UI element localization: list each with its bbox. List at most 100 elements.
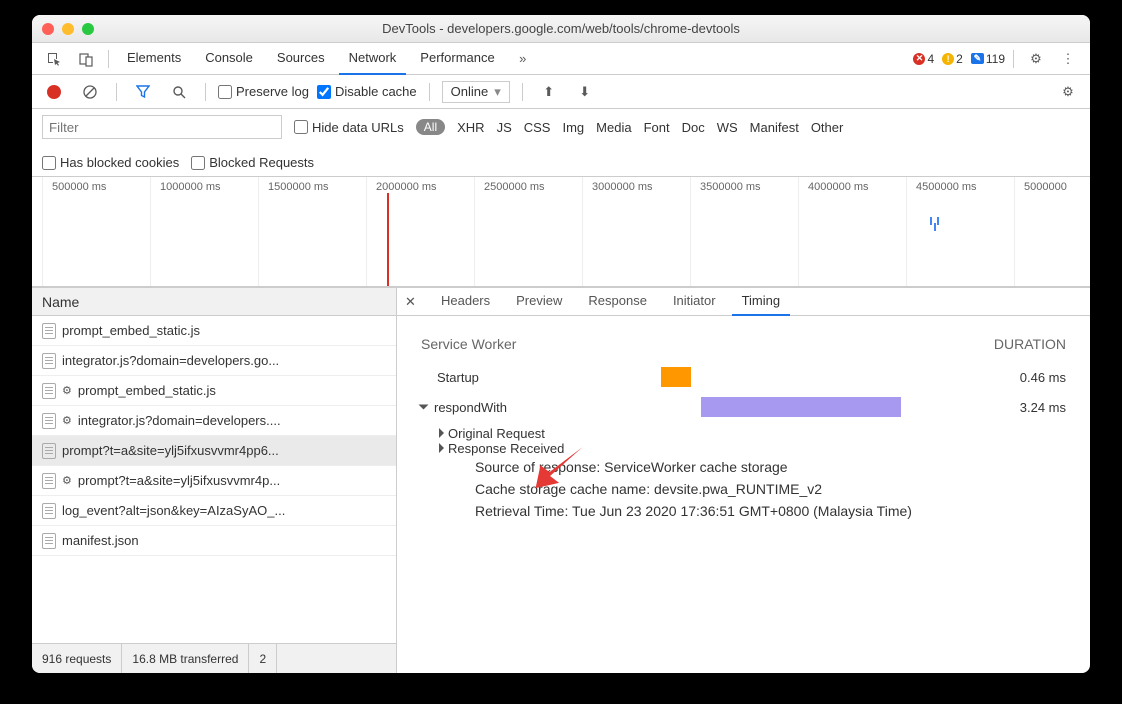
tab-sources[interactable]: Sources: [267, 43, 335, 75]
request-row[interactable]: log_event?alt=json&key=AIzaSyAO_...: [32, 496, 396, 526]
sub-original-request[interactable]: Original Request: [439, 426, 1066, 441]
type-media[interactable]: Media: [596, 120, 631, 135]
type-css[interactable]: CSS: [524, 120, 551, 135]
timeline-tick: 500000 ms: [52, 181, 106, 193]
status-requests: 916 requests: [32, 644, 122, 673]
throttle-select[interactable]: Online▾: [442, 81, 510, 103]
duration-header-label: DURATION: [994, 336, 1066, 352]
gear-icon: ⚙: [62, 384, 72, 397]
file-icon: [42, 383, 56, 399]
maximize-window[interactable]: [82, 23, 94, 35]
timing-info-source: Source of response: ServiceWorker cache …: [475, 456, 1066, 478]
download-icon[interactable]: ⬇: [571, 78, 599, 106]
tab-response[interactable]: Response: [578, 288, 657, 316]
warning-badge[interactable]: !2: [942, 52, 963, 66]
request-name: prompt_embed_static.js: [78, 383, 216, 398]
timing-row-label[interactable]: Startup: [421, 370, 631, 385]
tab-timing[interactable]: Timing: [732, 288, 791, 316]
separator: [116, 83, 117, 101]
inspect-icon[interactable]: [40, 45, 68, 73]
type-doc[interactable]: Doc: [682, 120, 705, 135]
request-name: prompt_embed_static.js: [62, 323, 200, 338]
timeline-tick: 4000000 ms: [808, 181, 869, 193]
timing-bar: [661, 367, 691, 387]
device-mode-icon[interactable]: [72, 45, 100, 73]
request-row[interactable]: integrator.js?domain=developers.go...: [32, 346, 396, 376]
has-blocked-cookies-checkbox[interactable]: Has blocked cookies: [42, 155, 179, 170]
network-toolbar: Preserve log Disable cache Online▾ ⬆ ⬇ ⚙: [32, 75, 1090, 109]
titlebar: DevTools - developers.google.com/web/too…: [32, 15, 1090, 43]
close-window[interactable]: [42, 23, 54, 35]
request-name: log_event?alt=json&key=AIzaSyAO_...: [62, 503, 285, 518]
record-button[interactable]: [40, 78, 68, 106]
search-icon[interactable]: [165, 78, 193, 106]
tab-console[interactable]: Console: [195, 43, 263, 75]
timeline-tick: 5000000: [1024, 181, 1067, 193]
timeline-tick: 1000000 ms: [160, 181, 221, 193]
timing-row: Startup 0.46 ms: [421, 362, 1066, 392]
request-row[interactable]: ⚙prompt?t=a&site=ylj5ifxusvvmr4p...: [32, 466, 396, 496]
minimize-window[interactable]: [62, 23, 74, 35]
request-row[interactable]: prompt_embed_static.js: [32, 316, 396, 346]
timeline-activity: [934, 223, 936, 231]
timing-row-label[interactable]: respondWith: [421, 400, 631, 415]
filter-bar: Hide data URLs All XHR JS CSS Img Media …: [32, 109, 1090, 177]
disable-cache-checkbox[interactable]: Disable cache: [317, 84, 417, 99]
error-badge[interactable]: ✕4: [913, 52, 934, 66]
info-badge[interactable]: ✎119: [971, 52, 1005, 66]
timeline-tick: 1500000 ms: [268, 181, 329, 193]
tab-elements[interactable]: Elements: [117, 43, 191, 75]
timeline-tick: 4500000 ms: [916, 181, 977, 193]
request-row[interactable]: prompt?t=a&site=ylj5ifxusvvmr4pp6...: [32, 436, 396, 466]
tab-headers[interactable]: Headers: [431, 288, 500, 316]
tab-performance[interactable]: Performance: [410, 43, 504, 75]
detail-panel: ✕ Headers Preview Response Initiator Tim…: [397, 288, 1090, 673]
tab-preview[interactable]: Preview: [506, 288, 572, 316]
gear-icon: ⚙: [62, 414, 72, 427]
menu-icon[interactable]: ⋮: [1054, 45, 1082, 73]
timing-info-cache-name: Cache storage cache name: devsite.pwa_RU…: [475, 478, 1066, 500]
request-row[interactable]: manifest.json: [32, 526, 396, 556]
window-title: DevTools - developers.google.com/web/too…: [32, 21, 1090, 36]
more-tabs-icon[interactable]: »: [509, 45, 537, 73]
file-icon: [42, 353, 56, 369]
type-js[interactable]: JS: [497, 120, 512, 135]
request-row[interactable]: ⚙ prompt_embed_static.js: [32, 376, 396, 406]
clear-icon[interactable]: [76, 78, 104, 106]
separator: [522, 83, 523, 101]
separator: [1013, 50, 1014, 68]
devtools-tab-bar: Elements Console Sources Network Perform…: [32, 43, 1090, 75]
filter-icon[interactable]: [129, 78, 157, 106]
hide-data-urls-checkbox[interactable]: Hide data URLs: [294, 120, 404, 135]
blocked-requests-checkbox[interactable]: Blocked Requests: [191, 155, 314, 170]
requests-panel: Name prompt_embed_static.js integrator.js…: [32, 288, 397, 673]
network-settings-icon[interactable]: ⚙: [1054, 78, 1082, 106]
preserve-log-checkbox[interactable]: Preserve log: [218, 84, 309, 99]
type-xhr[interactable]: XHR: [457, 120, 484, 135]
type-manifest[interactable]: Manifest: [750, 120, 799, 135]
tab-initiator[interactable]: Initiator: [663, 288, 726, 316]
upload-icon[interactable]: ⬆: [535, 78, 563, 106]
column-header-name[interactable]: Name: [32, 288, 396, 316]
type-font[interactable]: Font: [644, 120, 670, 135]
settings-icon[interactable]: ⚙: [1022, 45, 1050, 73]
timeline-tick: 2000000 ms: [376, 181, 437, 193]
type-other[interactable]: Other: [811, 120, 844, 135]
file-icon: [42, 443, 56, 459]
sub-response-received[interactable]: Response Received: [439, 441, 1066, 456]
type-img[interactable]: Img: [562, 120, 584, 135]
request-name: manifest.json: [62, 533, 139, 548]
type-ws[interactable]: WS: [717, 120, 738, 135]
timeline-activity: [930, 217, 932, 225]
close-detail-icon[interactable]: ✕: [405, 294, 425, 310]
request-row[interactable]: ⚙integrator.js?domain=developers....: [32, 406, 396, 436]
timeline-tick: 2500000 ms: [484, 181, 545, 193]
timing-duration: 0.46 ms: [1020, 370, 1066, 385]
timeline-overview[interactable]: 500000 ms 1000000 ms 1500000 ms 2000000 ms 2…: [32, 177, 1090, 287]
tab-network[interactable]: Network: [339, 43, 407, 75]
filter-input[interactable]: [42, 115, 282, 139]
timing-content: Service Worker DURATION Startup0.46 msre…: [397, 316, 1090, 673]
type-all-pill[interactable]: All: [416, 119, 445, 135]
file-icon: [42, 323, 56, 339]
request-name: prompt?t=a&site=ylj5ifxusvvmr4p...: [78, 473, 280, 488]
